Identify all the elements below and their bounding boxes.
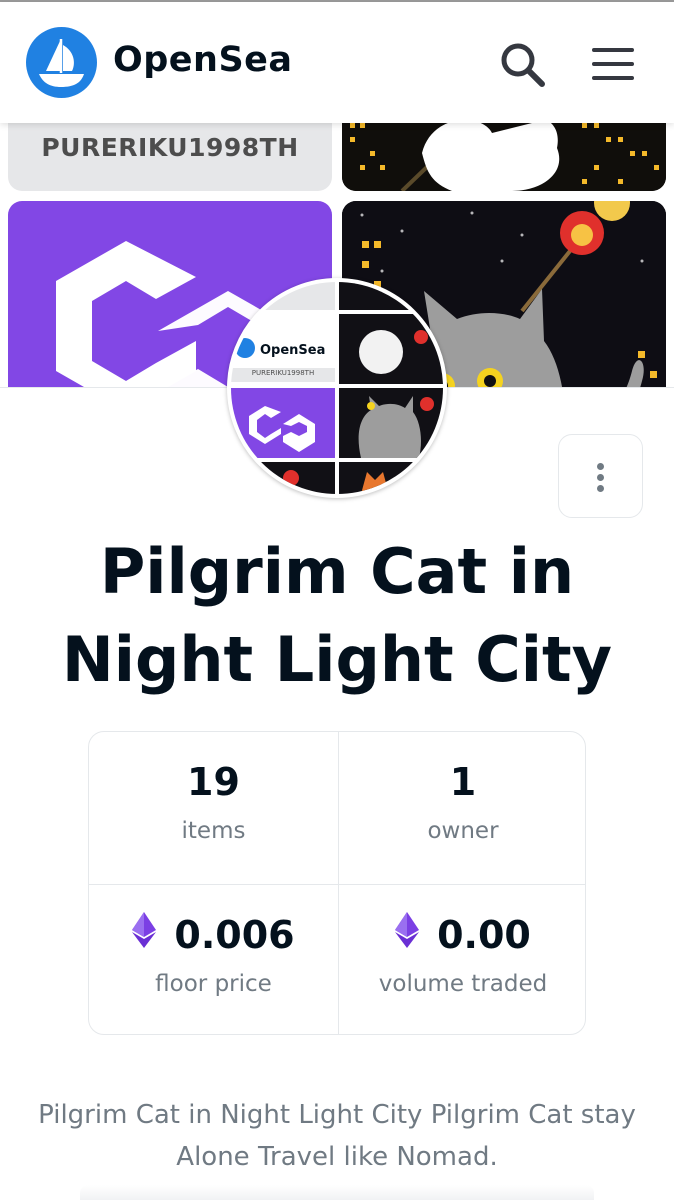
top-navbar: OpenSea: [0, 2, 674, 123]
stat-volume-traded[interactable]: 0.00 volume traded: [338, 884, 585, 1034]
floor-price-label: floor price: [155, 971, 272, 997]
search-icon[interactable]: [498, 40, 548, 90]
night-city-icon: [342, 123, 666, 191]
items-count: 19: [187, 760, 240, 804]
stat-items[interactable]: 19 items: [89, 732, 338, 884]
avatar-brand: OpenSea: [260, 343, 326, 358]
banner-tile-name: PURERIKU1998TH: [8, 123, 332, 191]
floor-price-value: 0.006: [174, 913, 295, 957]
bottom-sheet-edge: [80, 1185, 594, 1200]
volume-traded-value: 0.00: [437, 913, 531, 957]
volume-row: 0.00: [339, 912, 585, 957]
collection-title: Pilgrim Cat in Night Light City: [61, 535, 613, 696]
collection-description: Pilgrim Cat in Night Light City Pilgrim …: [38, 1100, 636, 1172]
more-dot-icon: [597, 474, 604, 481]
more-dot-icon: [597, 485, 604, 492]
owners-label: owner: [427, 818, 499, 844]
collection-stats: 19 items 1 owner 0.006 floor price 0.00 …: [88, 731, 586, 1035]
floor-price-row: 0.006: [89, 912, 338, 957]
more-dot-icon: [597, 463, 604, 470]
stat-floor-price[interactable]: 0.006 floor price: [89, 884, 338, 1034]
more-options-button[interactable]: [558, 434, 643, 518]
items-label: items: [181, 818, 246, 844]
owners-count: 1: [449, 760, 477, 804]
avatar-tile-text: PURERIKU1998TH: [251, 369, 315, 377]
brand-name[interactable]: OpenSea: [113, 40, 293, 80]
ethereum-icon: [132, 912, 157, 957]
opensea-logo-icon[interactable]: [26, 27, 97, 98]
stat-owners[interactable]: 1 owner: [338, 732, 585, 884]
banner-tile-text: PURERIKU1998TH: [41, 133, 299, 162]
ethereum-icon: [395, 912, 420, 957]
collection-avatar[interactable]: OpenSea PURERIKU1998TH: [227, 278, 447, 498]
volume-traded-label: volume traded: [378, 971, 548, 997]
hamburger-menu-icon[interactable]: [588, 42, 638, 86]
